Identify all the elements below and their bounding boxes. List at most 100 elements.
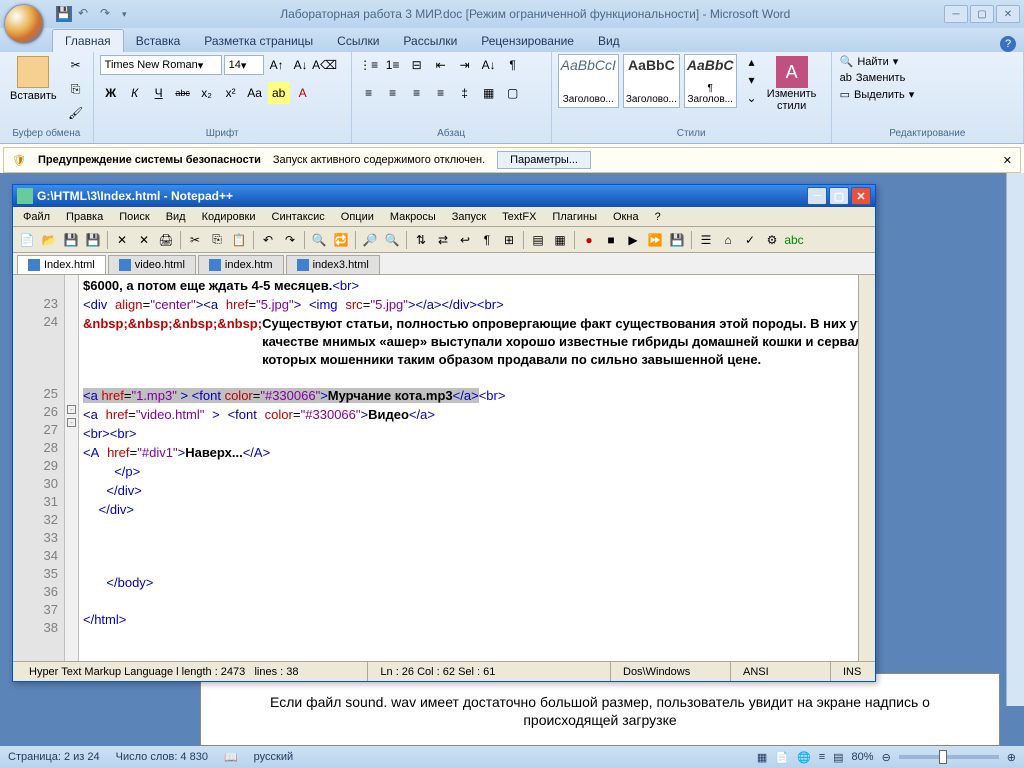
- copy-icon[interactable]: ⎘: [65, 78, 87, 100]
- npp-titlebar[interactable]: G:\HTML\3\Index.html - Notepad++ ─ ▢ ✕: [13, 185, 875, 207]
- npp-close-button[interactable]: ✕: [851, 187, 871, 205]
- close-all-icon[interactable]: ✕: [134, 230, 154, 250]
- undo-icon[interactable]: ↶: [258, 230, 278, 250]
- t2-icon[interactable]: ⌂: [718, 230, 738, 250]
- paste-icon[interactable]: 📋: [229, 230, 249, 250]
- npp-vscrollbar[interactable]: [858, 275, 875, 661]
- menu-options[interactable]: Опции: [335, 209, 380, 225]
- minimize-button[interactable]: ─: [944, 5, 968, 23]
- menu-encoding[interactable]: Кодировки: [196, 209, 262, 225]
- menu-macros[interactable]: Макросы: [384, 209, 442, 225]
- copy-icon[interactable]: ⎘: [207, 230, 227, 250]
- clear-format-icon[interactable]: A⌫: [314, 54, 336, 76]
- close-button[interactable]: ✕: [996, 5, 1020, 23]
- npp-fold-gutter[interactable]: - -: [65, 275, 79, 661]
- font-family-combo[interactable]: Times New Roman ▾: [100, 55, 222, 75]
- strike-button[interactable]: abc: [172, 82, 194, 104]
- tab-view[interactable]: Вид: [586, 30, 632, 52]
- invisible-icon[interactable]: ¶: [477, 230, 497, 250]
- style-item[interactable]: AaBbC Заголово...: [623, 54, 680, 108]
- italic-button[interactable]: К: [124, 82, 146, 104]
- tab-layout[interactable]: Разметка страницы: [192, 30, 325, 52]
- indent-guide-icon[interactable]: ⊞: [499, 230, 519, 250]
- fold-icon[interactable]: -: [67, 405, 76, 414]
- highlight-button[interactable]: ab: [268, 82, 290, 104]
- menu-edit[interactable]: Правка: [60, 209, 109, 225]
- align-left-icon[interactable]: ≡: [358, 82, 380, 104]
- sync-v-icon[interactable]: ⇅: [411, 230, 431, 250]
- menu-plugins[interactable]: Плагины: [546, 209, 603, 225]
- bold-button[interactable]: Ж: [100, 82, 122, 104]
- security-options-button[interactable]: Параметры...: [497, 151, 591, 169]
- shrink-font-icon[interactable]: A↓: [290, 54, 312, 76]
- sort-icon[interactable]: A↓: [478, 54, 500, 76]
- paste-button[interactable]: Вставить: [6, 54, 61, 104]
- close-tab-icon[interactable]: ✕: [112, 230, 132, 250]
- pilcrow-icon[interactable]: ¶: [502, 54, 524, 76]
- change-case-button[interactable]: Aa: [244, 82, 266, 104]
- select-button[interactable]: ▭Выделить ▾: [838, 87, 917, 102]
- office-button[interactable]: [4, 4, 44, 44]
- menu-search[interactable]: Поиск: [113, 209, 155, 225]
- redo-icon[interactable]: ↷: [280, 230, 300, 250]
- grow-font-icon[interactable]: A↑: [266, 54, 288, 76]
- zoom-out-icon[interactable]: ⊖: [882, 751, 891, 764]
- npp-editor[interactable]: 2324 252627 282930 313233 343536 3738 - …: [13, 275, 875, 661]
- word-vscrollbar[interactable]: [1006, 173, 1024, 706]
- line-spacing-icon[interactable]: ‡: [454, 82, 476, 104]
- underline-button[interactable]: Ч: [148, 82, 170, 104]
- help-icon[interactable]: ?: [1000, 36, 1016, 52]
- tab-references[interactable]: Ссылки: [325, 30, 391, 52]
- t3-icon[interactable]: ✓: [740, 230, 760, 250]
- font-size-combo[interactable]: 14 ▾: [224, 55, 264, 75]
- doc-map-icon[interactable]: ▦: [550, 230, 570, 250]
- print-icon[interactable]: 🖨: [156, 230, 176, 250]
- security-close-icon[interactable]: ✕: [1003, 154, 1012, 167]
- cut-icon[interactable]: ✂: [65, 54, 87, 76]
- sync-h-icon[interactable]: ⇄: [433, 230, 453, 250]
- new-icon[interactable]: 📄: [17, 230, 37, 250]
- npp-maximize-button[interactable]: ▢: [829, 187, 849, 205]
- font-color-button[interactable]: A: [292, 82, 314, 104]
- menu-run[interactable]: Запуск: [446, 209, 492, 225]
- save-all-icon[interactable]: 💾: [83, 230, 103, 250]
- open-icon[interactable]: 📂: [39, 230, 59, 250]
- save-macro-icon[interactable]: 💾: [667, 230, 687, 250]
- fold-icon[interactable]: -: [67, 418, 76, 427]
- align-center-icon[interactable]: ≡: [382, 82, 404, 104]
- format-painter-icon[interactable]: 🖌: [65, 102, 87, 124]
- npp-tab-index[interactable]: Index.html: [17, 255, 106, 274]
- status-language[interactable]: русский: [254, 751, 293, 763]
- menu-file[interactable]: Файл: [17, 209, 56, 225]
- menu-help[interactable]: ?: [649, 209, 667, 225]
- status-words[interactable]: Число слов: 4 830: [116, 751, 208, 763]
- zoom-in-icon[interactable]: ⊕: [1007, 751, 1016, 764]
- view-web-icon[interactable]: 🌐: [797, 751, 811, 764]
- find-icon[interactable]: 🔍: [309, 230, 329, 250]
- indent-dec-icon[interactable]: ⇤: [430, 54, 452, 76]
- wrap-icon[interactable]: ↩: [455, 230, 475, 250]
- view-draft-icon[interactable]: ▤: [833, 751, 843, 764]
- numbering-icon[interactable]: 1≡: [382, 54, 404, 76]
- view-read-icon[interactable]: 📄: [775, 751, 789, 764]
- record-icon[interactable]: ●: [579, 230, 599, 250]
- redo-icon[interactable]: ↷: [100, 6, 116, 22]
- t1-icon[interactable]: ☰: [696, 230, 716, 250]
- zoom-slider[interactable]: [899, 755, 999, 759]
- npp-tab-indexhtm[interactable]: index.htm: [198, 255, 284, 274]
- superscript-button[interactable]: x²: [220, 82, 242, 104]
- lang-icon[interactable]: ▤: [528, 230, 548, 250]
- tab-home[interactable]: Главная: [52, 29, 124, 52]
- menu-windows[interactable]: Окна: [607, 209, 645, 225]
- word-page[interactable]: Если файл sound. wav имеет достаточно бо…: [200, 673, 1000, 746]
- npp-tab-index3[interactable]: index3.html: [286, 255, 380, 274]
- change-styles-button[interactable]: A Изменить стили: [759, 54, 825, 114]
- maximize-button[interactable]: ▢: [970, 5, 994, 23]
- zoom-thumb[interactable]: [939, 750, 947, 764]
- play-multi-icon[interactable]: ⏩: [645, 230, 665, 250]
- status-page[interactable]: Страница: 2 из 24: [8, 751, 100, 763]
- npp-minimize-button[interactable]: ─: [807, 187, 827, 205]
- zoom-out-icon[interactable]: 🔍: [382, 230, 402, 250]
- replace-icon[interactable]: 🔁: [331, 230, 351, 250]
- style-item[interactable]: AaBbC ¶ Заголов...: [684, 54, 737, 108]
